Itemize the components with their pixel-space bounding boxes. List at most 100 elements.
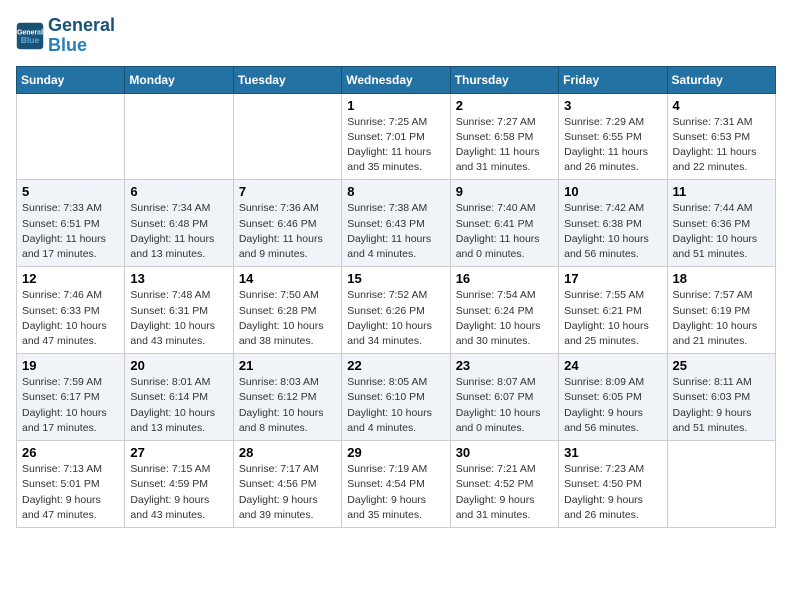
day-number: 13 xyxy=(130,271,227,286)
day-info: Sunrise: 7:33 AM Sunset: 6:51 PM Dayligh… xyxy=(22,201,119,262)
day-info: Sunrise: 8:09 AM Sunset: 6:05 PM Dayligh… xyxy=(564,375,661,436)
calendar-cell xyxy=(233,93,341,180)
calendar-cell: 29 Sunrise: 7:19 AM Sunset: 4:54 PM Dayli… xyxy=(342,441,450,528)
day-number: 8 xyxy=(347,184,444,199)
day-number: 31 xyxy=(564,445,661,460)
day-number: 5 xyxy=(22,184,119,199)
header-sunday: Sunday xyxy=(17,66,125,93)
day-info: Sunrise: 8:05 AM Sunset: 6:10 PM Dayligh… xyxy=(347,375,444,436)
day-number: 6 xyxy=(130,184,227,199)
calendar-cell: 9Sunrise: 7:40 AM Sunset: 6:41 PM Daylig… xyxy=(450,180,558,267)
calendar-cell: 4Sunrise: 7:31 AM Sunset: 6:53 PM Daylig… xyxy=(667,93,775,180)
day-number: 20 xyxy=(130,358,227,373)
day-number: 22 xyxy=(347,358,444,373)
day-number: 7 xyxy=(239,184,336,199)
calendar-header-row: SundayMondayTuesdayWednesdayThursdayFrid… xyxy=(17,66,776,93)
day-number: 9 xyxy=(456,184,553,199)
calendar-cell xyxy=(17,93,125,180)
header-thursday: Thursday xyxy=(450,66,558,93)
day-info: Sunrise: 7:42 AM Sunset: 6:38 PM Dayligh… xyxy=(564,201,661,262)
day-info: Sunrise: 8:07 AM Sunset: 6:07 PM Dayligh… xyxy=(456,375,553,436)
calendar-cell: 20 Sunrise: 8:01 AM Sunset: 6:14 PM Dayli… xyxy=(125,354,233,441)
day-info: Sunrise: 7:36 AM Sunset: 6:46 PM Dayligh… xyxy=(239,201,336,262)
day-info: Sunrise: 7:55 AM Sunset: 6:21 PM Dayligh… xyxy=(564,288,661,349)
calendar-cell: 2 Sunrise: 7:27 AM Sunset: 6:58 PM Daylig… xyxy=(450,93,558,180)
calendar-week-4: 19 Sunrise: 7:59 AM Sunset: 6:17 PM Dayli… xyxy=(17,354,776,441)
calendar-cell: 22 Sunrise: 8:05 AM Sunset: 6:10 PM Dayli… xyxy=(342,354,450,441)
calendar-cell: 30 Sunrise: 7:21 AM Sunset: 4:52 PM Dayli… xyxy=(450,441,558,528)
day-info: Sunrise: 7:21 AM Sunset: 4:52 PM Dayligh… xyxy=(456,462,553,523)
calendar-week-5: 26 Sunrise: 7:13 AM Sunset: 5:01 PM Dayli… xyxy=(17,441,776,528)
day-number: 29 xyxy=(347,445,444,460)
day-info: Sunrise: 7:44 AM Sunset: 6:36 PM Dayligh… xyxy=(673,201,770,262)
header-friday: Friday xyxy=(559,66,667,93)
day-number: 18 xyxy=(673,271,770,286)
calendar-cell: 23 Sunrise: 8:07 AM Sunset: 6:07 PM Dayli… xyxy=(450,354,558,441)
header-monday: Monday xyxy=(125,66,233,93)
day-info: Sunrise: 7:38 AM Sunset: 6:43 PM Dayligh… xyxy=(347,201,444,262)
day-number: 10 xyxy=(564,184,661,199)
day-number: 26 xyxy=(22,445,119,460)
calendar-cell: 27Sunrise: 7:15 AM Sunset: 4:59 PM Dayli… xyxy=(125,441,233,528)
calendar-cell: 6 Sunrise: 7:34 AM Sunset: 6:48 PM Daylig… xyxy=(125,180,233,267)
calendar-cell: 21Sunrise: 8:03 AM Sunset: 6:12 PM Dayli… xyxy=(233,354,341,441)
day-info: Sunrise: 7:50 AM Sunset: 6:28 PM Dayligh… xyxy=(239,288,336,349)
day-info: Sunrise: 7:27 AM Sunset: 6:58 PM Dayligh… xyxy=(456,115,553,176)
calendar-cell: 12 Sunrise: 7:46 AM Sunset: 6:33 PM Dayli… xyxy=(17,267,125,354)
calendar-cell: 15 Sunrise: 7:52 AM Sunset: 6:26 PM Dayli… xyxy=(342,267,450,354)
day-info: Sunrise: 7:13 AM Sunset: 5:01 PM Dayligh… xyxy=(22,462,119,523)
day-number: 21 xyxy=(239,358,336,373)
day-info: Sunrise: 7:48 AM Sunset: 6:31 PM Dayligh… xyxy=(130,288,227,349)
calendar-cell: 10 Sunrise: 7:42 AM Sunset: 6:38 PM Dayli… xyxy=(559,180,667,267)
calendar-cell: 26 Sunrise: 7:13 AM Sunset: 5:01 PM Dayli… xyxy=(17,441,125,528)
calendar-cell: 31Sunrise: 7:23 AM Sunset: 4:50 PM Dayli… xyxy=(559,441,667,528)
day-info: Sunrise: 7:46 AM Sunset: 6:33 PM Dayligh… xyxy=(22,288,119,349)
day-info: Sunrise: 7:34 AM Sunset: 6:48 PM Dayligh… xyxy=(130,201,227,262)
day-number: 12 xyxy=(22,271,119,286)
day-number: 3 xyxy=(564,98,661,113)
calendar-cell: 1 Sunrise: 7:25 AM Sunset: 7:01 PM Daylig… xyxy=(342,93,450,180)
day-info: Sunrise: 7:17 AM Sunset: 4:56 PM Dayligh… xyxy=(239,462,336,523)
calendar-cell: 7 Sunrise: 7:36 AM Sunset: 6:46 PM Daylig… xyxy=(233,180,341,267)
day-info: Sunrise: 8:01 AM Sunset: 6:14 PM Dayligh… xyxy=(130,375,227,436)
calendar-cell xyxy=(667,441,775,528)
svg-text:Blue: Blue xyxy=(21,35,40,45)
calendar-cell: 19 Sunrise: 7:59 AM Sunset: 6:17 PM Dayli… xyxy=(17,354,125,441)
calendar-cell: 17Sunrise: 7:55 AM Sunset: 6:21 PM Dayli… xyxy=(559,267,667,354)
header-saturday: Saturday xyxy=(667,66,775,93)
day-info: Sunrise: 7:57 AM Sunset: 6:19 PM Dayligh… xyxy=(673,288,770,349)
day-info: Sunrise: 7:25 AM Sunset: 7:01 PM Dayligh… xyxy=(347,115,444,176)
logo-text-general: General xyxy=(48,16,115,36)
calendar-table: SundayMondayTuesdayWednesdayThursdayFrid… xyxy=(16,66,776,528)
day-info: Sunrise: 8:11 AM Sunset: 6:03 PM Dayligh… xyxy=(673,375,770,436)
calendar-cell: 5 Sunrise: 7:33 AM Sunset: 6:51 PM Daylig… xyxy=(17,180,125,267)
day-number: 23 xyxy=(456,358,553,373)
calendar-week-2: 5 Sunrise: 7:33 AM Sunset: 6:51 PM Daylig… xyxy=(17,180,776,267)
header-wednesday: Wednesday xyxy=(342,66,450,93)
calendar-cell: 28Sunrise: 7:17 AM Sunset: 4:56 PM Dayli… xyxy=(233,441,341,528)
day-info: Sunrise: 7:29 AM Sunset: 6:55 PM Dayligh… xyxy=(564,115,661,176)
calendar-week-3: 12 Sunrise: 7:46 AM Sunset: 6:33 PM Dayli… xyxy=(17,267,776,354)
day-info: Sunrise: 7:52 AM Sunset: 6:26 PM Dayligh… xyxy=(347,288,444,349)
logo: General Blue General Blue xyxy=(16,16,115,56)
day-number: 4 xyxy=(673,98,770,113)
day-number: 2 xyxy=(456,98,553,113)
day-number: 16 xyxy=(456,271,553,286)
day-info: Sunrise: 7:19 AM Sunset: 4:54 PM Dayligh… xyxy=(347,462,444,523)
day-number: 1 xyxy=(347,98,444,113)
day-number: 15 xyxy=(347,271,444,286)
calendar-cell: 13 Sunrise: 7:48 AM Sunset: 6:31 PM Dayli… xyxy=(125,267,233,354)
calendar-cell: 11Sunrise: 7:44 AM Sunset: 6:36 PM Dayli… xyxy=(667,180,775,267)
logo-text-blue: Blue xyxy=(48,36,115,56)
day-number: 19 xyxy=(22,358,119,373)
calendar-cell xyxy=(125,93,233,180)
day-number: 25 xyxy=(673,358,770,373)
calendar-cell: 18 Sunrise: 7:57 AM Sunset: 6:19 PM Dayli… xyxy=(667,267,775,354)
calendar-week-1: 1 Sunrise: 7:25 AM Sunset: 7:01 PM Daylig… xyxy=(17,93,776,180)
calendar-cell: 25 Sunrise: 8:11 AM Sunset: 6:03 PM Dayli… xyxy=(667,354,775,441)
day-info: Sunrise: 7:59 AM Sunset: 6:17 PM Dayligh… xyxy=(22,375,119,436)
day-info: Sunrise: 7:54 AM Sunset: 6:24 PM Dayligh… xyxy=(456,288,553,349)
calendar-cell: 3 Sunrise: 7:29 AM Sunset: 6:55 PM Daylig… xyxy=(559,93,667,180)
day-number: 30 xyxy=(456,445,553,460)
calendar-cell: 8 Sunrise: 7:38 AM Sunset: 6:43 PM Daylig… xyxy=(342,180,450,267)
